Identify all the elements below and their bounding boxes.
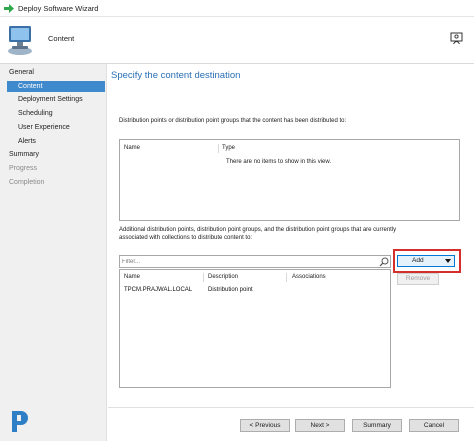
sidebar-item-general[interactable]: General <box>9 69 34 76</box>
computer-icon <box>8 26 32 55</box>
sidebar-item-user-experience[interactable]: User Experience <box>18 124 70 131</box>
dropdown-caret-icon <box>445 259 451 263</box>
summary-button[interactable]: Summary <box>352 419 402 432</box>
wizard-arrow-icon <box>4 4 14 13</box>
table-row-name[interactable]: TPCM.PRAJWAL.LOCAL <box>124 287 192 293</box>
distributed-label: Distribution points or distribution poin… <box>119 118 347 124</box>
column-header-name[interactable]: Name <box>124 274 140 280</box>
column-header-type[interactable]: Type <box>222 145 235 151</box>
window-title: Deploy Software Wizard <box>18 4 99 13</box>
cancel-button[interactable]: Cancel <box>409 419 459 432</box>
title-bar: Deploy Software Wizard <box>0 0 474 17</box>
page-title: Specify the content destination <box>111 70 241 81</box>
sidebar-item-progress: Progress <box>9 165 38 172</box>
filter-input[interactable] <box>122 257 372 267</box>
remove-button: Remove <box>397 273 439 285</box>
empty-list-message: There are no items to show in this view. <box>226 159 332 165</box>
column-divider <box>203 273 204 282</box>
sidebar-item-scheduling[interactable]: Scheduling <box>18 110 53 117</box>
wizard-sidebar <box>0 64 107 441</box>
sidebar-item-alerts[interactable]: Alerts <box>18 138 36 145</box>
distributed-list[interactable] <box>119 139 460 221</box>
filter-box[interactable] <box>119 255 391 268</box>
additional-label-line1: Additional distribution points, distribu… <box>119 227 397 233</box>
table-row-description[interactable]: Distribution point <box>208 287 253 293</box>
column-divider <box>286 273 287 282</box>
add-button[interactable]: Add <box>397 255 455 267</box>
add-button-label: Add <box>412 257 424 264</box>
additional-label-line2: associated with collections to distribut… <box>119 235 253 241</box>
feedback-icon[interactable] <box>450 32 463 45</box>
column-header-associations[interactable]: Associations <box>292 274 326 280</box>
page-header-title: Content <box>48 34 75 43</box>
brand-logo-icon <box>8 408 30 435</box>
search-icon[interactable] <box>379 257 389 267</box>
column-header-description[interactable]: Description <box>208 274 238 280</box>
previous-button[interactable]: < Previous <box>240 419 290 432</box>
sidebar-item-content[interactable]: Content <box>7 81 105 92</box>
sidebar-item-completion: Completion <box>9 179 45 186</box>
sidebar-item-summary[interactable]: Summary <box>9 151 39 158</box>
next-button[interactable]: Next > <box>295 419 345 432</box>
column-header-name[interactable]: Name <box>124 145 140 151</box>
footer-divider <box>108 407 474 408</box>
wizard-header: Content <box>0 17 474 64</box>
sidebar-item-deployment-settings[interactable]: Deployment Settings <box>18 96 83 103</box>
column-divider <box>218 144 219 153</box>
